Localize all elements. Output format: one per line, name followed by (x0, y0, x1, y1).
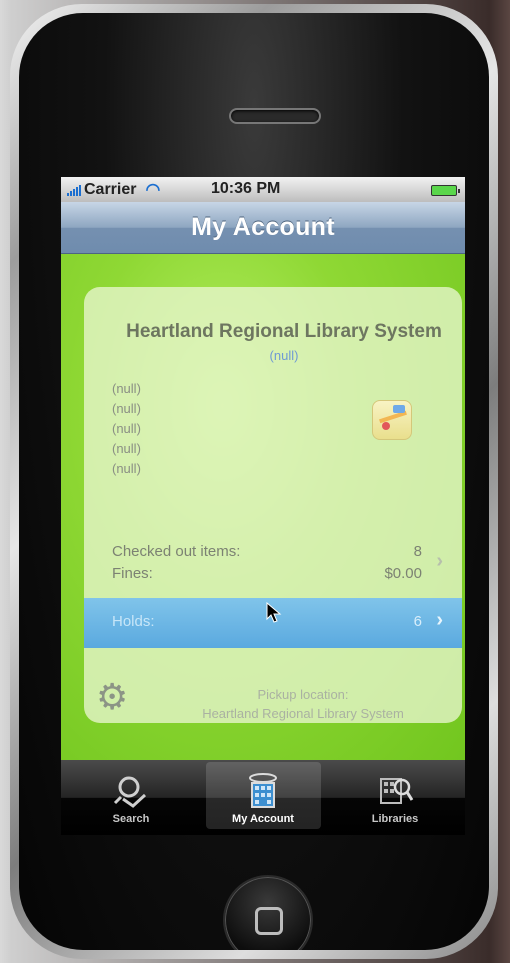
mouse-cursor-icon (266, 602, 282, 623)
chevron-right-icon: › (436, 609, 443, 631)
tab-libraries[interactable]: Libraries (338, 762, 453, 829)
map-icon[interactable] (372, 400, 412, 440)
status-bar: Carrier ◠ 10:36 PM (61, 177, 465, 202)
tab-label-libraries: Libraries (371, 813, 419, 825)
tab-label-search: Search (112, 813, 150, 825)
pickup-location: Heartland Regional Library System (202, 706, 404, 721)
library-address: (null) (null) (null) (null) (null) (112, 379, 141, 479)
iphone-device: Carrier ◠ 10:36 PM My Account Heartland … (10, 4, 498, 959)
battery-icon (431, 185, 460, 196)
navigation-bar: My Account (61, 202, 465, 254)
holds-value: 6 (413, 613, 422, 630)
carrier-label: Carrier (84, 180, 137, 198)
tab-label-my-account: My Account (232, 813, 294, 825)
checked-out-value: 8 (413, 543, 422, 560)
signal-icon (67, 184, 81, 196)
home-square-icon (255, 907, 283, 935)
status-time: 10:36 PM (211, 180, 281, 197)
earpiece-speaker (229, 108, 321, 124)
gear-icon[interactable]: ⚙ (96, 679, 128, 715)
account-content: Heartland Regional Library System (null)… (61, 254, 465, 760)
pickup-label: Pickup location: (257, 687, 349, 702)
tab-search[interactable]: Search (74, 762, 189, 829)
page-title: My Account (191, 213, 335, 241)
library-subtitle[interactable]: (null) (84, 348, 462, 363)
address-line: (null) (112, 461, 141, 476)
fines-row: Fines: $0.00 (112, 565, 422, 582)
checked-out-label: Checked out items: (112, 543, 241, 560)
holds-label: Holds: (112, 613, 155, 630)
account-card: Heartland Regional Library System (null)… (84, 287, 462, 723)
my-account-icon (249, 773, 277, 808)
tab-my-account[interactable]: My Account (205, 762, 321, 829)
libraries-icon (380, 778, 414, 804)
checked-out-row: Checked out items: 8 (112, 543, 422, 560)
fines-label: Fines: (112, 565, 153, 582)
fines-value: $0.00 (384, 565, 422, 582)
screen: Carrier ◠ 10:36 PM My Account Heartland … (61, 177, 465, 835)
tab-bar: Search My Account Libraries (61, 760, 465, 835)
library-name: Heartland Regional Library System (126, 321, 442, 342)
address-line: (null) (112, 401, 141, 416)
address-line: (null) (112, 421, 141, 436)
wifi-icon: ◠ (145, 179, 161, 199)
chevron-right-icon: › (436, 550, 443, 572)
address-line: (null) (112, 381, 141, 396)
search-icon (113, 776, 147, 808)
address-line: (null) (112, 441, 141, 456)
phone-face: Carrier ◠ 10:36 PM My Account Heartland … (19, 13, 489, 950)
home-button[interactable] (223, 875, 313, 950)
